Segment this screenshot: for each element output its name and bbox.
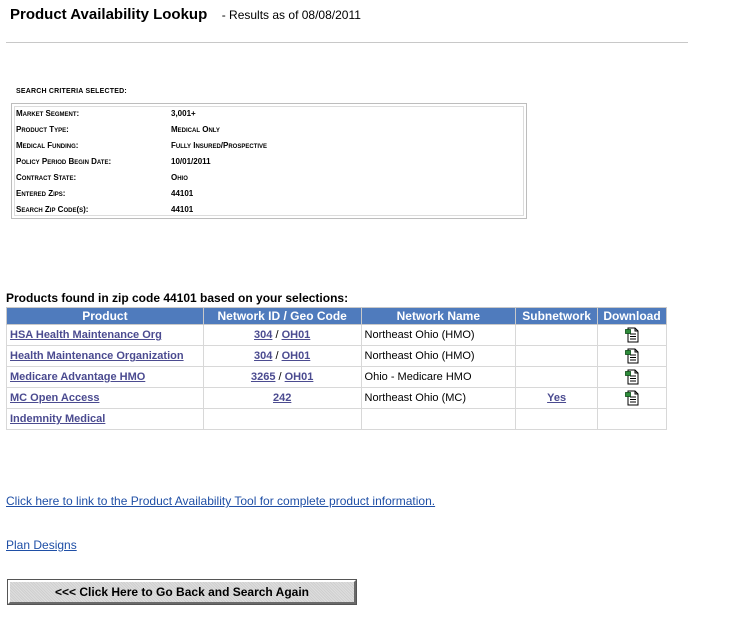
column-header-download: Download [597,307,667,325]
download-cell [597,387,667,409]
subnetwork-cell [515,324,599,346]
download-button[interactable] [625,327,639,343]
network-id-cell: 304 / OH01 [202,345,362,367]
column-header-network-name: Network Name [360,307,517,325]
criteria-value: Fully Insured/Prospective [171,141,268,150]
network-name-cell: Northeast Ohio (HMO) [360,324,517,346]
plan-designs-link[interactable]: Plan Designs [6,538,77,552]
results-as-of: - Results as of 08/08/2011 [221,8,361,22]
table-row: Health Maintenance Organization 304 / OH0… [6,345,667,367]
table-row: MC Open Access 242 Northeast Ohio (MC) Yes [6,387,667,409]
criteria-value: 44101 [171,189,194,198]
results-header-row: Product Network ID / Geo Code Network Na… [6,307,667,325]
page-title: Product Availability Lookup [10,6,208,23]
network-id-cell: 242 [202,387,362,409]
product-availability-tool-link[interactable]: Click here to link to the Product Availa… [6,494,435,508]
product-cell: Indemnity Medical [6,408,204,430]
network-name-cell: Northeast Ohio (MC) [360,387,517,409]
criteria-label: Medical Funding: [16,141,79,150]
network-name-cell: Northeast Ohio (HMO) [360,345,517,367]
download-cell [597,366,667,388]
network-id-cell: 304 / OH01 [202,324,362,346]
subnetwork-link[interactable]: Yes [547,392,566,404]
column-header-network-id: Network ID / Geo Code [202,307,362,325]
network-name-cell: Ohio - Medicare HMO [360,366,517,388]
subnetwork-cell [515,366,599,388]
separator: / [272,350,282,362]
table-row: HSA Health Maintenance Org 304 / OH01 Nort… [6,324,667,346]
separator: / [272,329,282,341]
network-id-cell: 3265 / OH01 [202,366,362,388]
document-download-icon [625,348,639,364]
table-row: Indemnity Medical [6,408,667,430]
download-cell [597,324,667,346]
download-cell [597,408,667,430]
results-table: Product Network ID / Geo Code Network Na… [6,307,667,430]
product-cell: Medicare Advantage HMO [6,366,204,388]
criteria-label: Entered Zips: [16,189,66,198]
product-cell: Health Maintenance Organization [6,345,204,367]
criteria-label: Product Type: [16,125,69,134]
document-download-icon [625,390,639,406]
header-divider [6,42,688,43]
page-header: Product Availability Lookup - Results as… [10,6,361,24]
network-id-link[interactable]: 304 [254,329,272,341]
download-button[interactable] [625,390,639,406]
network-id-link[interactable]: 3265 [251,371,275,383]
criteria-label: Search Zip Code(s): [16,205,89,214]
document-download-icon [625,327,639,343]
subnetwork-cell [515,345,599,367]
download-button[interactable] [625,369,639,385]
network-id-link[interactable]: 304 [254,350,272,362]
geo-code-link[interactable]: OH01 [285,371,314,383]
separator: / [275,371,285,383]
download-button[interactable] [625,348,639,364]
document-download-icon [625,369,639,385]
subnetwork-cell: Yes [515,387,599,409]
subnetwork-cell [515,408,599,430]
column-header-subnetwork: Subnetwork [515,307,599,325]
criteria-caption: Search criteria selected: [16,88,127,95]
criteria-value: Medical Only [171,125,220,134]
geo-code-link[interactable]: OH01 [282,350,311,362]
criteria-label: Market Segment: [16,109,80,118]
criteria-value: 10/01/2011 [171,157,211,166]
criteria-label: Policy Period Begin Date: [16,157,112,166]
table-row: Medicare Advantage HMO 3265 / OH01 Ohio - … [6,366,667,388]
geo-code-link[interactable]: OH01 [282,329,311,341]
product-link[interactable]: Indemnity Medical [10,413,105,425]
criteria-value: 3,001+ [171,109,196,118]
criteria-label: Contract State: [16,173,77,182]
product-link[interactable]: MC Open Access [10,392,99,404]
product-link[interactable]: Medicare Advantage HMO [10,371,145,383]
criteria-value: 44101 [171,205,194,214]
network-id-link[interactable]: 242 [273,392,291,404]
results-heading: Products found in zip code 44101 based o… [6,291,349,305]
network-name-cell [360,408,517,430]
download-cell [597,345,667,367]
product-link[interactable]: HSA Health Maintenance Org [10,329,162,341]
column-header-product: Product [6,307,204,325]
back-search-again-button[interactable]: <<< Click Here to Go Back and Search Aga… [7,579,357,605]
criteria-value: Ohio [171,173,188,182]
network-id-cell [202,408,362,430]
product-cell: HSA Health Maintenance Org [6,324,204,346]
product-cell: MC Open Access [6,387,204,409]
product-link[interactable]: Health Maintenance Organization [10,350,184,362]
